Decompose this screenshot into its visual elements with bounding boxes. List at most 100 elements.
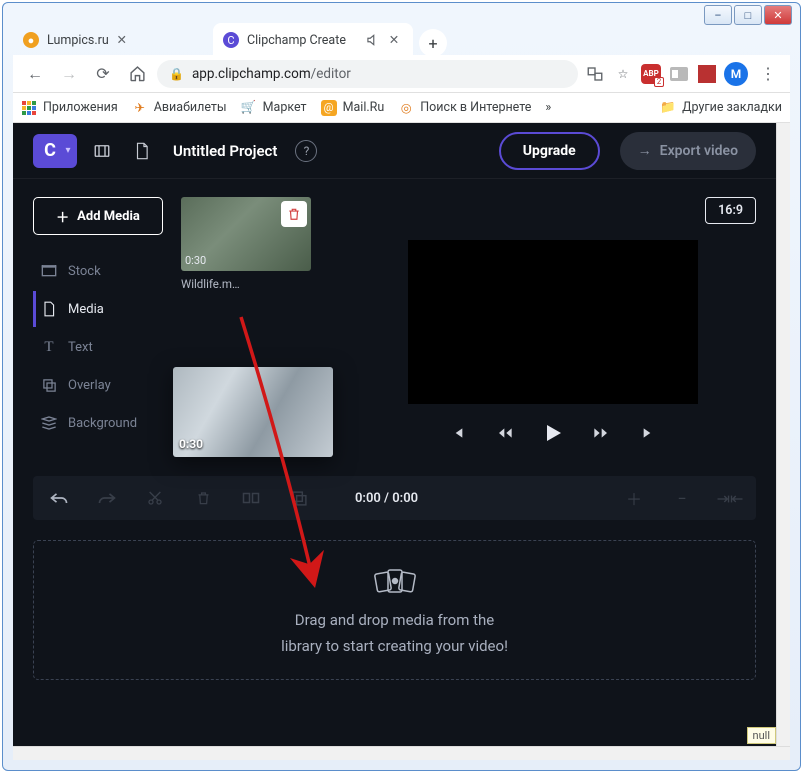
forward-button[interactable] xyxy=(588,420,614,446)
bookmark-search[interactable]: ◎ Поиск в Интернете xyxy=(398,100,531,116)
app-header: C ▾ Untitled Project ? Upgrade → Export … xyxy=(13,123,776,179)
menu-icon[interactable]: ⋮ xyxy=(754,60,782,88)
redo-button[interactable] xyxy=(95,486,119,510)
horizontal-scrollbar[interactable] xyxy=(13,746,790,760)
stock-icon xyxy=(40,265,58,277)
sidebar-item-text[interactable]: T Text xyxy=(33,329,163,365)
bookmark-label: Другие закладки xyxy=(682,100,782,115)
sidebar-nav: Stock Media T Text Overlay xyxy=(33,253,163,441)
sidebar-item-label: Text xyxy=(68,340,93,355)
mute-icon[interactable] xyxy=(363,31,381,49)
sidebar-item-overlay[interactable]: Overlay xyxy=(33,367,163,403)
bookmarks-bar: Приложения ✈ Авиабилеты 🛒 Маркет @ Mail.… xyxy=(13,93,790,123)
star-icon[interactable]: ☆ xyxy=(612,63,634,85)
main-area: ＋ Add Media Stock Media T Text xyxy=(13,179,776,446)
vertical-scrollbar[interactable] xyxy=(776,123,790,746)
ghost-duration: 0:30 xyxy=(179,437,203,451)
delete-button[interactable] xyxy=(191,486,215,510)
sidebar-item-label: Stock xyxy=(68,264,101,279)
overlay-icon xyxy=(40,378,58,393)
timeline-toolbar: 0:00 / 0:00 ＋ − ⇥⇤ xyxy=(33,476,756,520)
duplicate-button[interactable] xyxy=(287,486,311,510)
tab-strip: ● Lumpics.ru ✕ C Clipchamp Create ✕ + xyxy=(13,21,790,57)
zoom-in-button[interactable]: ＋ xyxy=(622,486,646,510)
window-frame: – □ ✕ ● Lumpics.ru ✕ C Clipchamp Create … xyxy=(2,2,801,771)
aspect-ratio-button[interactable]: 16:9 xyxy=(705,197,756,224)
forward-button[interactable]: → xyxy=(55,60,83,88)
tab-title: Clipchamp Create xyxy=(247,33,346,48)
bookmark-other[interactable]: 📁 Другие закладки xyxy=(660,100,782,116)
playback-controls xyxy=(444,420,662,446)
skip-end-button[interactable] xyxy=(636,420,662,446)
timeline-time: 0:00 / 0:00 xyxy=(355,491,418,506)
sidebar-item-label: Media xyxy=(68,302,104,317)
media-library: 0:30 Wildlife.m… 0:30 xyxy=(181,197,331,446)
bookmark-label: Поиск в Интернете xyxy=(420,100,531,115)
export-label: Export video xyxy=(660,143,738,159)
dropzone-text-1: Drag and drop media from the xyxy=(295,611,494,629)
play-button[interactable] xyxy=(540,420,566,446)
tab-close-icon[interactable]: ✕ xyxy=(113,31,131,49)
help-icon[interactable]: ? xyxy=(295,140,317,162)
export-button[interactable]: → Export video xyxy=(620,132,756,170)
clip-duration: 0:30 xyxy=(185,254,206,267)
left-sidebar: ＋ Add Media Stock Media T Text xyxy=(33,197,163,446)
logo-dropdown[interactable]: ▾ xyxy=(59,134,77,168)
bookmark-overflow[interactable]: » xyxy=(545,100,551,115)
reload-button[interactable]: ⟳ xyxy=(89,60,117,88)
favicon-lumpics: ● xyxy=(23,32,39,48)
bookmark-mailru[interactable]: @ Mail.Ru xyxy=(321,100,385,116)
new-tab-button[interactable]: + xyxy=(419,29,447,57)
tab-close-icon[interactable]: ✕ xyxy=(385,31,403,49)
add-media-button[interactable]: ＋ Add Media xyxy=(33,197,163,235)
project-title[interactable]: Untitled Project xyxy=(173,142,277,160)
fit-button[interactable]: ⇥⇤ xyxy=(718,486,742,510)
zoom-out-button[interactable]: − xyxy=(670,486,694,510)
cut-button[interactable] xyxy=(143,486,167,510)
bookmark-label: Приложения xyxy=(43,100,118,115)
delete-media-button[interactable] xyxy=(281,201,307,227)
bookmark-label: Авиабилеты xyxy=(154,100,227,115)
translate-icon[interactable] xyxy=(584,63,606,85)
sidebar-item-stock[interactable]: Stock xyxy=(33,253,163,289)
undo-button[interactable] xyxy=(47,486,71,510)
preview-panel: 16:9 xyxy=(349,197,756,446)
upgrade-button[interactable]: Upgrade xyxy=(499,132,600,170)
tab-clipchamp[interactable]: C Clipchamp Create ✕ xyxy=(213,23,413,57)
back-button[interactable]: ← xyxy=(21,60,49,88)
file-icon[interactable] xyxy=(127,136,157,166)
tab-lumpics[interactable]: ● Lumpics.ru ✕ xyxy=(13,23,213,57)
cart-icon: 🛒 xyxy=(241,100,257,116)
projects-icon[interactable] xyxy=(87,136,117,166)
bookmark-market[interactable]: 🛒 Маркет xyxy=(241,100,307,116)
arrow-right-icon: → xyxy=(638,142,652,159)
bookmark-flights[interactable]: ✈ Авиабилеты xyxy=(132,100,227,116)
bookmark-label: Маркет xyxy=(263,100,307,115)
sidebar-item-media[interactable]: Media xyxy=(33,291,163,327)
clip-filename: Wildlife.m… xyxy=(181,277,331,291)
dropzone-text-2: library to start creating your video! xyxy=(281,637,508,655)
address-bar[interactable]: 🔒 app.clipchamp.com/editor xyxy=(157,60,578,88)
ext-icon-pdf[interactable] xyxy=(696,63,718,85)
app-viewport: C ▾ Untitled Project ? Upgrade → Export … xyxy=(13,123,776,746)
favicon-clipchamp: C xyxy=(223,32,239,48)
adblock-icon[interactable]: ABP 2 xyxy=(640,63,662,85)
plane-icon: ✈ xyxy=(132,100,148,116)
profile-avatar[interactable]: M xyxy=(724,62,748,86)
split-button[interactable] xyxy=(239,486,263,510)
media-thumbnail[interactable]: 0:30 xyxy=(181,197,311,271)
video-preview[interactable] xyxy=(408,240,698,404)
at-icon: @ xyxy=(321,100,337,116)
ext-icon-1[interactable] xyxy=(668,63,690,85)
rewind-button[interactable] xyxy=(492,420,518,446)
text-icon: T xyxy=(40,339,58,356)
media-icon xyxy=(40,301,58,317)
home-button[interactable] xyxy=(123,60,151,88)
bookmark-label: Mail.Ru xyxy=(343,100,385,115)
sidebar-item-background[interactable]: Background xyxy=(33,405,163,441)
bookmark-apps[interactable]: Приложения xyxy=(21,100,118,116)
search-icon: ◎ xyxy=(398,100,414,116)
sidebar-item-label: Background xyxy=(68,416,137,431)
skip-start-button[interactable] xyxy=(444,420,470,446)
timeline-dropzone[interactable]: Drag and drop media from the library to … xyxy=(33,540,756,680)
